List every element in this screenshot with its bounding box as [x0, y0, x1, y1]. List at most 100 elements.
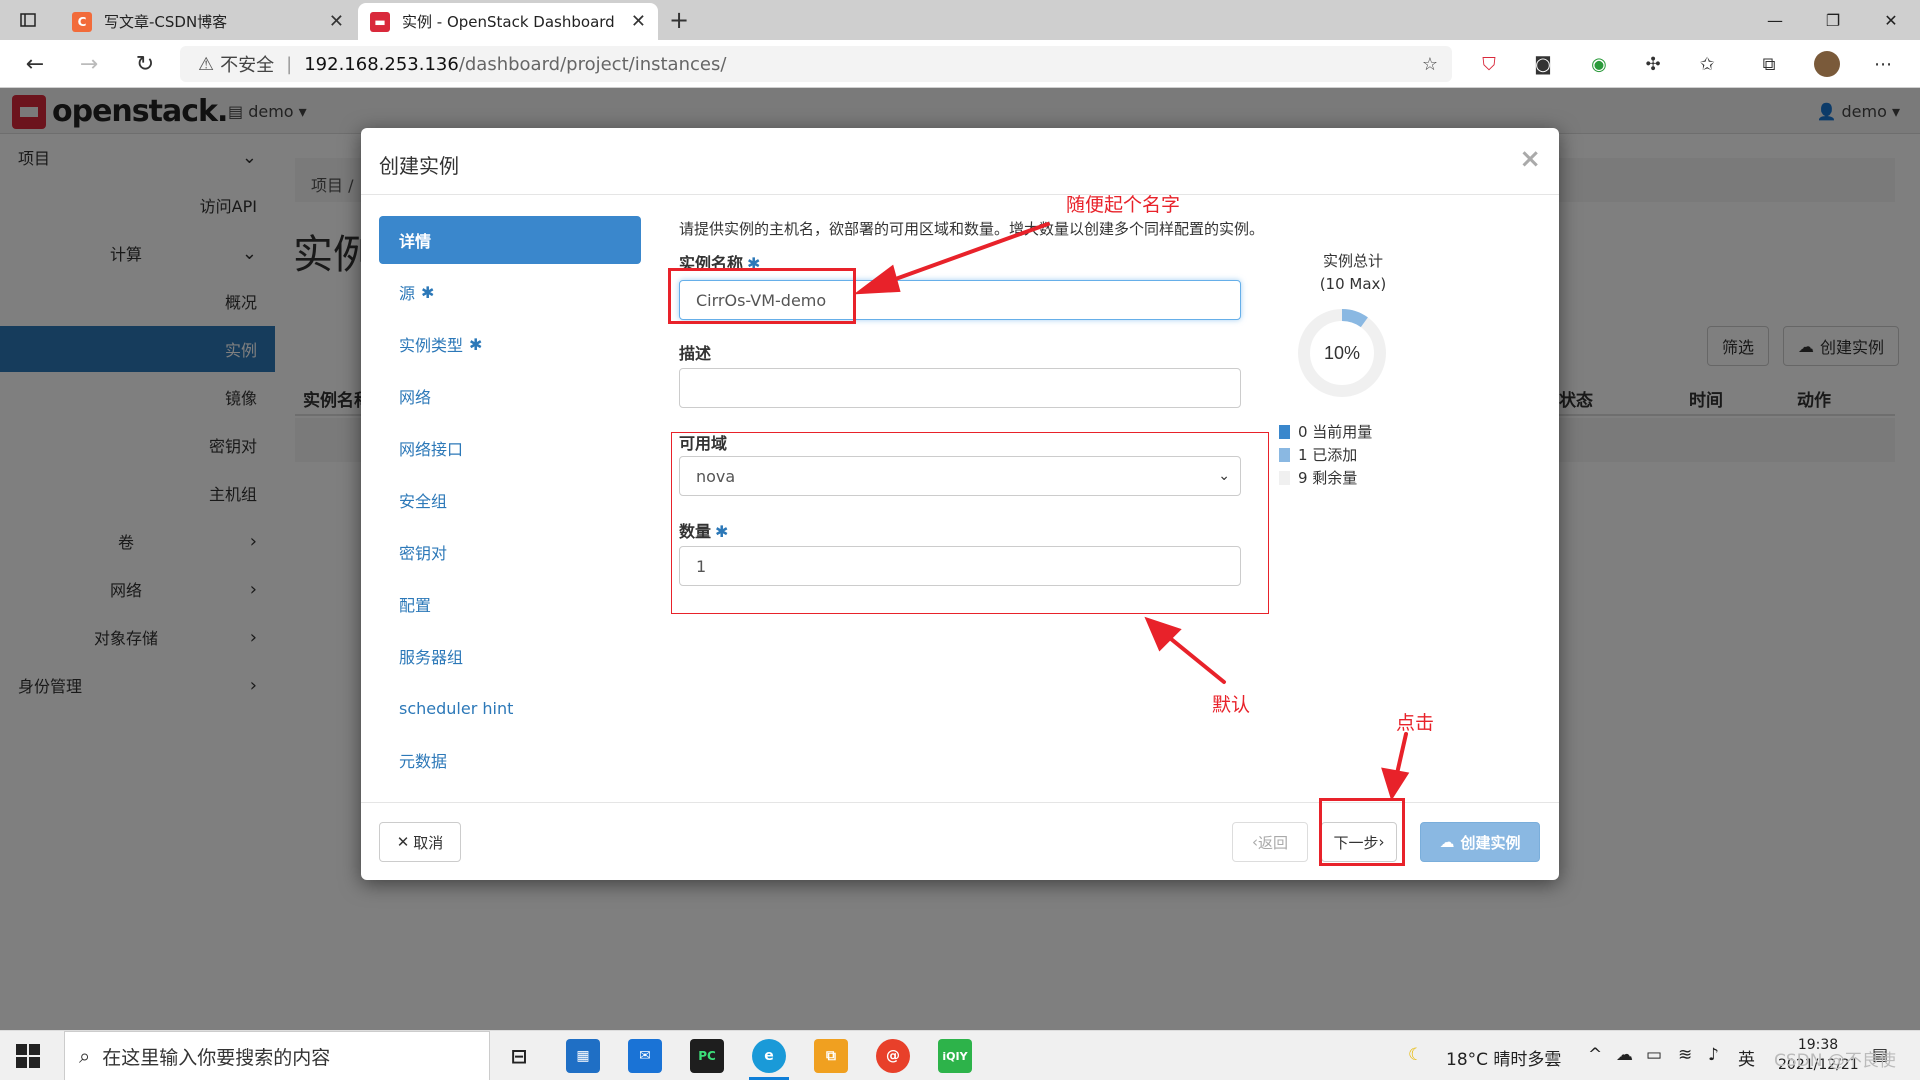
browser-tab-strip: C 写文章-CSDN博客 ✕ ▬ 实例 - OpenStack Dashboar…	[0, 0, 1920, 40]
required-asterisk-icon: ✱	[469, 334, 483, 354]
step-label: 网络	[399, 388, 432, 407]
tab-close-icon[interactable]: ✕	[329, 11, 344, 32]
tab-csdn[interactable]: C 写文章-CSDN博客 ✕	[60, 3, 356, 40]
legend-swatch	[1279, 424, 1290, 439]
step-label: 元数据	[399, 752, 448, 771]
windows-taskbar: ⌕ 在这里输入你要搜索的内容 ⊟ ▦ ✉ PC e ⧉ @ iQIY ☾ 18°…	[0, 1030, 1920, 1080]
modal-title: 创建实例	[379, 154, 459, 178]
csdn-favicon-icon: C	[72, 11, 92, 32]
description-input[interactable]	[679, 368, 1241, 408]
edge-icon[interactable]: e	[752, 1039, 786, 1073]
step-keypair[interactable]: 密钥对	[379, 528, 641, 576]
description-label: 描述	[679, 340, 711, 364]
annotation-next-box	[1319, 798, 1405, 866]
back-label: 返回	[1257, 833, 1288, 852]
profile-avatar[interactable]	[1814, 51, 1840, 77]
tab-close-icon[interactable]: ✕	[631, 11, 646, 32]
favorite-add-icon[interactable]: ☆	[1422, 54, 1438, 75]
tab-title: 实例 - OpenStack Dashboard	[402, 13, 615, 31]
header-divider	[361, 194, 1559, 195]
weather-text[interactable]: 18°C 晴时多雲	[1446, 1045, 1561, 1070]
restore-icon[interactable]: ❐	[1810, 4, 1856, 36]
forward-icon[interactable]: →	[74, 49, 104, 79]
battery-icon[interactable]: ▭	[1646, 1045, 1662, 1065]
favorites-icon[interactable]: ✩	[1694, 51, 1720, 77]
legend-swatch	[1279, 447, 1290, 462]
extension-shield-icon[interactable]: ⛉	[1476, 51, 1502, 77]
tab-openstack[interactable]: ▬ 实例 - OpenStack Dashboard ✕	[358, 3, 658, 40]
browser-toolbar: ← → ↻ ⚠ 不安全 | 192.168.253.136 /dashboard…	[0, 40, 1920, 88]
cancel-button[interactable]: ✕ 取消	[379, 822, 461, 862]
annotation-default-box	[671, 432, 1269, 614]
iqiyi-icon[interactable]: iQIY	[938, 1039, 972, 1073]
legend-item: 1 已添加	[1279, 443, 1372, 466]
window-close-icon[interactable]: ✕	[1868, 4, 1914, 36]
url-separator: |	[286, 53, 293, 75]
annotation-name-box	[668, 268, 856, 324]
step-source[interactable]: 源 ✱	[379, 268, 641, 316]
task-view-icon[interactable]: ⊟	[502, 1039, 536, 1073]
step-networks[interactable]: 网络	[379, 372, 641, 420]
legend-label: 9 剩余量	[1298, 469, 1358, 487]
step-details[interactable]: 详情	[379, 216, 641, 264]
step-label: 源	[399, 284, 416, 303]
step-configuration[interactable]: 配置	[379, 580, 641, 628]
more-menu-icon[interactable]: ⋯	[1870, 51, 1896, 77]
collections-icon[interactable]: ⧉	[1756, 51, 1782, 77]
ime-indicator[interactable]: 英	[1738, 1045, 1755, 1070]
volume-icon[interactable]: ♪	[1708, 1045, 1719, 1065]
new-tab-icon[interactable]: +	[664, 6, 694, 34]
step-label: 密钥对	[399, 544, 448, 563]
search-placeholder: 在这里输入你要搜索的内容	[102, 1046, 331, 1069]
legend-item: 9 剩余量	[1279, 466, 1372, 489]
url-host: 192.168.253.136	[304, 53, 459, 75]
step-label: 网络接口	[399, 440, 464, 459]
tray-expand-icon[interactable]: ^	[1588, 1045, 1602, 1065]
step-metadata[interactable]: 元数据	[379, 736, 641, 784]
step-network-ports[interactable]: 网络接口	[379, 424, 641, 472]
step-server-groups[interactable]: 服务器组	[379, 632, 641, 680]
required-asterisk-icon: ✱	[421, 282, 435, 302]
legend-swatch	[1279, 470, 1290, 485]
extensions-icon[interactable]: ✣	[1640, 51, 1666, 77]
donut-percent-label: 10%	[1324, 343, 1360, 363]
onedrive-icon[interactable]: ☁	[1616, 1045, 1633, 1065]
quota-donut-chart: 10%	[1298, 309, 1386, 397]
pycharm-icon[interactable]: PC	[690, 1039, 724, 1073]
csdn-watermark: CSDN @不良使	[1774, 1051, 1896, 1071]
back-button[interactable]: ‹ 返回	[1232, 822, 1308, 862]
mail-icon[interactable]: ✉	[628, 1039, 662, 1073]
launch-instance-button[interactable]: ☁ 创建实例	[1420, 822, 1540, 862]
security-label: 不安全	[220, 55, 275, 76]
details-intro: 请提供实例的主机名，欲部署的可用区域和数量。增大数量以创建多个同样配置的实例。	[679, 220, 1265, 238]
taskbar-search[interactable]: ⌕ 在这里输入你要搜索的内容	[64, 1031, 490, 1080]
search-icon: ⌕	[79, 1044, 91, 1068]
extension-glasses-icon[interactable]: ◙	[1530, 51, 1556, 77]
snail-app-icon[interactable]: @	[876, 1039, 910, 1073]
legend-label: 1 已添加	[1298, 446, 1358, 464]
field-label-text: 描述	[679, 344, 712, 363]
minimize-icon[interactable]: —	[1752, 4, 1798, 36]
step-label: 详情	[399, 232, 432, 251]
quota-title: 实例总计 (10 Max)	[1295, 250, 1411, 296]
store-icon[interactable]: ▦	[566, 1039, 600, 1073]
vmware-icon[interactable]: ⧉	[814, 1039, 848, 1073]
tab-title: 写文章-CSDN博客	[104, 13, 228, 31]
windows-start-icon[interactable]	[16, 1044, 40, 1068]
annotation-click-hint: 点击	[1396, 712, 1435, 734]
back-icon[interactable]: ←	[20, 49, 50, 79]
warning-icon: ⚠	[198, 53, 215, 75]
address-bar[interactable]: ⚠ 不安全 | 192.168.253.136 /dashboard/proje…	[180, 46, 1452, 82]
wifi-icon[interactable]: ≋	[1678, 1045, 1692, 1065]
url-path: /dashboard/project/instances/	[458, 53, 727, 75]
close-icon[interactable]: ×	[1519, 144, 1541, 174]
extension-globe-icon[interactable]: ◉	[1586, 51, 1612, 77]
step-scheduler-hints[interactable]: scheduler hint	[379, 684, 641, 732]
step-security-groups[interactable]: 安全组	[379, 476, 641, 524]
cancel-label: 取消	[413, 833, 444, 852]
tab-actions-icon[interactable]	[14, 6, 42, 34]
step-flavor[interactable]: 实例类型 ✱	[379, 320, 641, 368]
reload-icon[interactable]: ↻	[130, 49, 160, 79]
quota-title-text: 实例总计	[1322, 252, 1383, 270]
close-icon: ✕	[396, 833, 410, 851]
